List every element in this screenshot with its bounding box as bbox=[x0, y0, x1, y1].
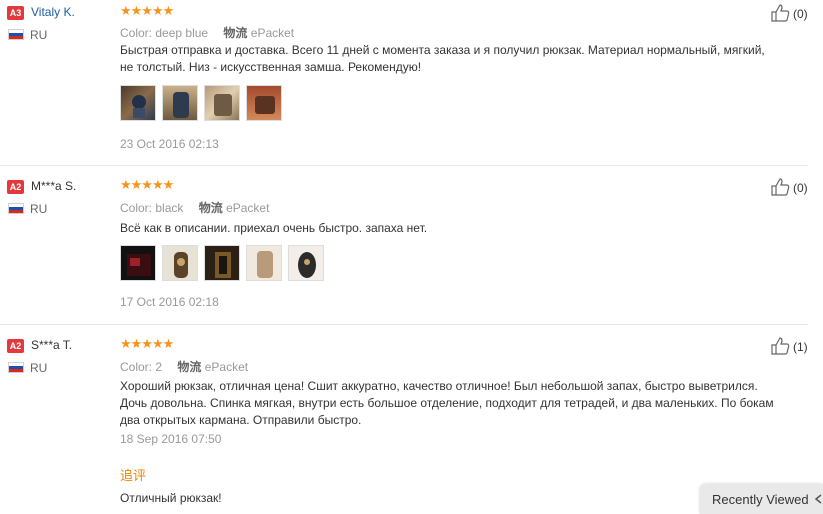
review-text-line: Хороший рюкзак, отличная цена! Сшит акку… bbox=[120, 379, 758, 393]
backpack-photo-icon bbox=[132, 95, 146, 118]
buyer-level-badge: A3 bbox=[7, 6, 24, 20]
review-date: 23 Oct 2016 02:13 bbox=[120, 137, 219, 151]
review-text-line: Всё как в описании. приехал очень быстро… bbox=[120, 221, 428, 235]
buyer-level-badge: A2 bbox=[7, 339, 24, 353]
russia-flag-icon bbox=[8, 29, 24, 40]
color-label: Color: bbox=[120, 26, 153, 40]
recently-viewed-label: Recently Viewed bbox=[712, 492, 809, 507]
shipping-value: ePacket bbox=[204, 360, 249, 374]
recently-viewed-button[interactable]: Recently Viewed bbox=[700, 484, 823, 514]
review-photo-thumbnail[interactable] bbox=[204, 85, 240, 121]
color-value: black bbox=[155, 201, 184, 215]
russia-flag-icon bbox=[8, 203, 24, 214]
buyer-level-badge: A2 bbox=[7, 180, 24, 194]
like-count: (1) bbox=[793, 340, 808, 354]
review-photo-thumbnail[interactable] bbox=[288, 245, 324, 281]
russia-flag-icon bbox=[8, 362, 24, 373]
color-value: 2 bbox=[155, 360, 163, 374]
star-rating: ★★★★★ bbox=[120, 3, 174, 18]
additional-review-label: 追评 bbox=[120, 468, 147, 483]
review-photo-thumbnail[interactable] bbox=[246, 85, 282, 121]
backpack-photo-icon bbox=[257, 251, 273, 278]
shipping-label: 物流 bbox=[198, 201, 223, 215]
additional-review-text: Отличный рюкзак! bbox=[120, 491, 222, 505]
review-text-line: два открытых кармана. Отправили быстро. bbox=[120, 413, 362, 427]
review-divider bbox=[0, 324, 808, 325]
reviewer-country: RU bbox=[30, 28, 48, 42]
backpack-photo-icon bbox=[215, 252, 231, 278]
color-label: Color: bbox=[120, 201, 153, 215]
thumbs-up-icon[interactable] bbox=[770, 336, 790, 356]
reviewer-name[interactable]: M***a S. bbox=[31, 179, 76, 193]
review-date: 17 Oct 2016 02:18 bbox=[120, 295, 219, 309]
like-count: (0) bbox=[793, 7, 808, 21]
review-photo-thumbnail[interactable] bbox=[162, 245, 198, 281]
order-info: Color: deep blue 物流 ePacket bbox=[120, 24, 294, 41]
review-photo-thumbnail[interactable] bbox=[120, 85, 156, 121]
shipping-value: ePacket bbox=[226, 201, 270, 215]
review-text-line: Дочь довольна. Спинка мягкая, внутри ест… bbox=[120, 396, 774, 410]
like-count: (0) bbox=[793, 181, 808, 195]
review-2: A2 M***a S. RU ★★★★★ Color: black 物流 ePa… bbox=[0, 174, 823, 324]
shipping-value: ePacket bbox=[250, 26, 295, 40]
review-photo-thumbnail[interactable] bbox=[120, 245, 156, 281]
review-photo-thumbnail[interactable] bbox=[246, 245, 282, 281]
review-text: Быстрая отправка и доставка. Всего 11 дн… bbox=[120, 42, 800, 76]
backpack-photo-icon bbox=[127, 254, 151, 276]
review-divider bbox=[0, 165, 808, 166]
review-text-line: Быстрая отправка и доставка. Всего 11 дн… bbox=[120, 43, 765, 57]
scroll-arrow-icon bbox=[814, 494, 822, 504]
reviewer-country: RU bbox=[30, 202, 48, 216]
review-text-line: не толстый. Низ - искусственная замша. Р… bbox=[120, 60, 422, 74]
backpack-photo-icon bbox=[298, 252, 316, 278]
color-value: deep blue bbox=[155, 26, 209, 40]
reviewer-country: RU bbox=[30, 361, 48, 375]
thumbs-up-icon[interactable] bbox=[770, 177, 790, 197]
backpack-photo-icon bbox=[173, 92, 189, 118]
reviewer-name[interactable]: S***a T. bbox=[31, 338, 72, 352]
shipping-label: 物流 bbox=[177, 360, 202, 374]
thumbs-up-icon[interactable] bbox=[770, 3, 790, 23]
shipping-label: 物流 bbox=[223, 26, 248, 40]
review-date: 18 Sep 2016 07:50 bbox=[120, 432, 222, 446]
review-photo-thumbnail[interactable] bbox=[162, 85, 198, 121]
order-info: Color: 2 物流 ePacket bbox=[120, 358, 248, 375]
review-photo-thumbnail[interactable] bbox=[204, 245, 240, 281]
star-rating: ★★★★★ bbox=[120, 336, 174, 351]
review-1: A3 Vitaly K. RU ★★★★★ Color: deep blue 物… bbox=[0, 0, 823, 165]
backpack-photo-icon bbox=[174, 252, 188, 278]
review-text: Всё как в описании. приехал очень быстро… bbox=[120, 220, 800, 237]
star-rating: ★★★★★ bbox=[120, 177, 174, 192]
reviewer-name[interactable]: Vitaly K. bbox=[31, 5, 75, 19]
backpack-photo-icon bbox=[214, 94, 232, 116]
order-info: Color: black 物流 ePacket bbox=[120, 199, 269, 216]
review-text: Хороший рюкзак, отличная цена! Сшит акку… bbox=[120, 378, 800, 429]
color-label: Color: bbox=[120, 360, 153, 374]
backpack-photo-icon bbox=[255, 96, 275, 114]
